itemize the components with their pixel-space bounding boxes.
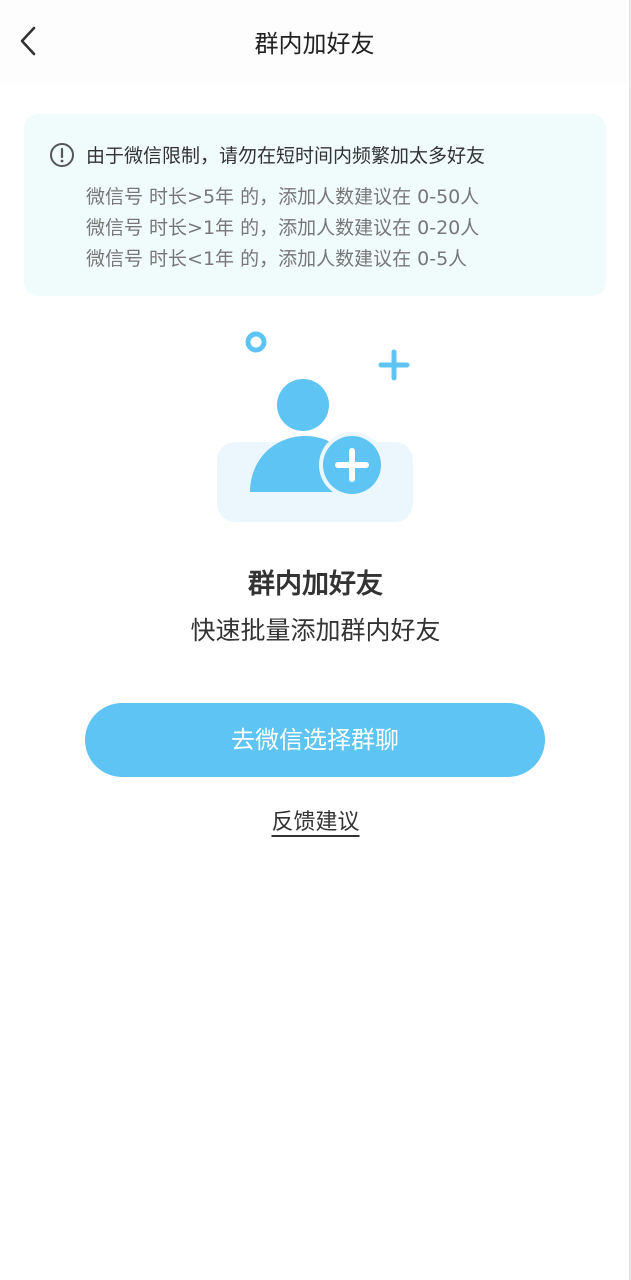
notice-line: 微信号 时长>1年 的，添加人数建议在 0-20人 xyxy=(86,217,480,239)
notice-headline: 由于微信限制，请勿在短时间内频繁加太多好友 xyxy=(86,145,486,167)
notice-line: 微信号 时长<1年 的，添加人数建议在 0-5人 xyxy=(86,248,468,270)
feedback-link[interactable]: 反馈建议 xyxy=(271,810,359,835)
feature-title: 群内加好友 xyxy=(248,569,383,600)
notice-box: 由于微信限制，请勿在短时间内频繁加太多好友 微信号 时长>5年 的，添加人数建议… xyxy=(24,114,606,296)
feature-subtitle: 快速批量添加群内好友 xyxy=(190,616,441,645)
nav-bar: 群内加好友 xyxy=(0,0,629,84)
notice-line: 微信号 时长>5年 的，添加人数建议在 0-50人 xyxy=(86,186,480,208)
add-user-icon xyxy=(212,322,422,532)
choose-wechat-group-button[interactable]: 去微信选择群聊 xyxy=(85,703,545,777)
page-title: 群内加好友 xyxy=(254,30,375,58)
feedback-row: 反馈建议 xyxy=(0,804,631,836)
exclamation-circle-icon xyxy=(49,142,75,168)
